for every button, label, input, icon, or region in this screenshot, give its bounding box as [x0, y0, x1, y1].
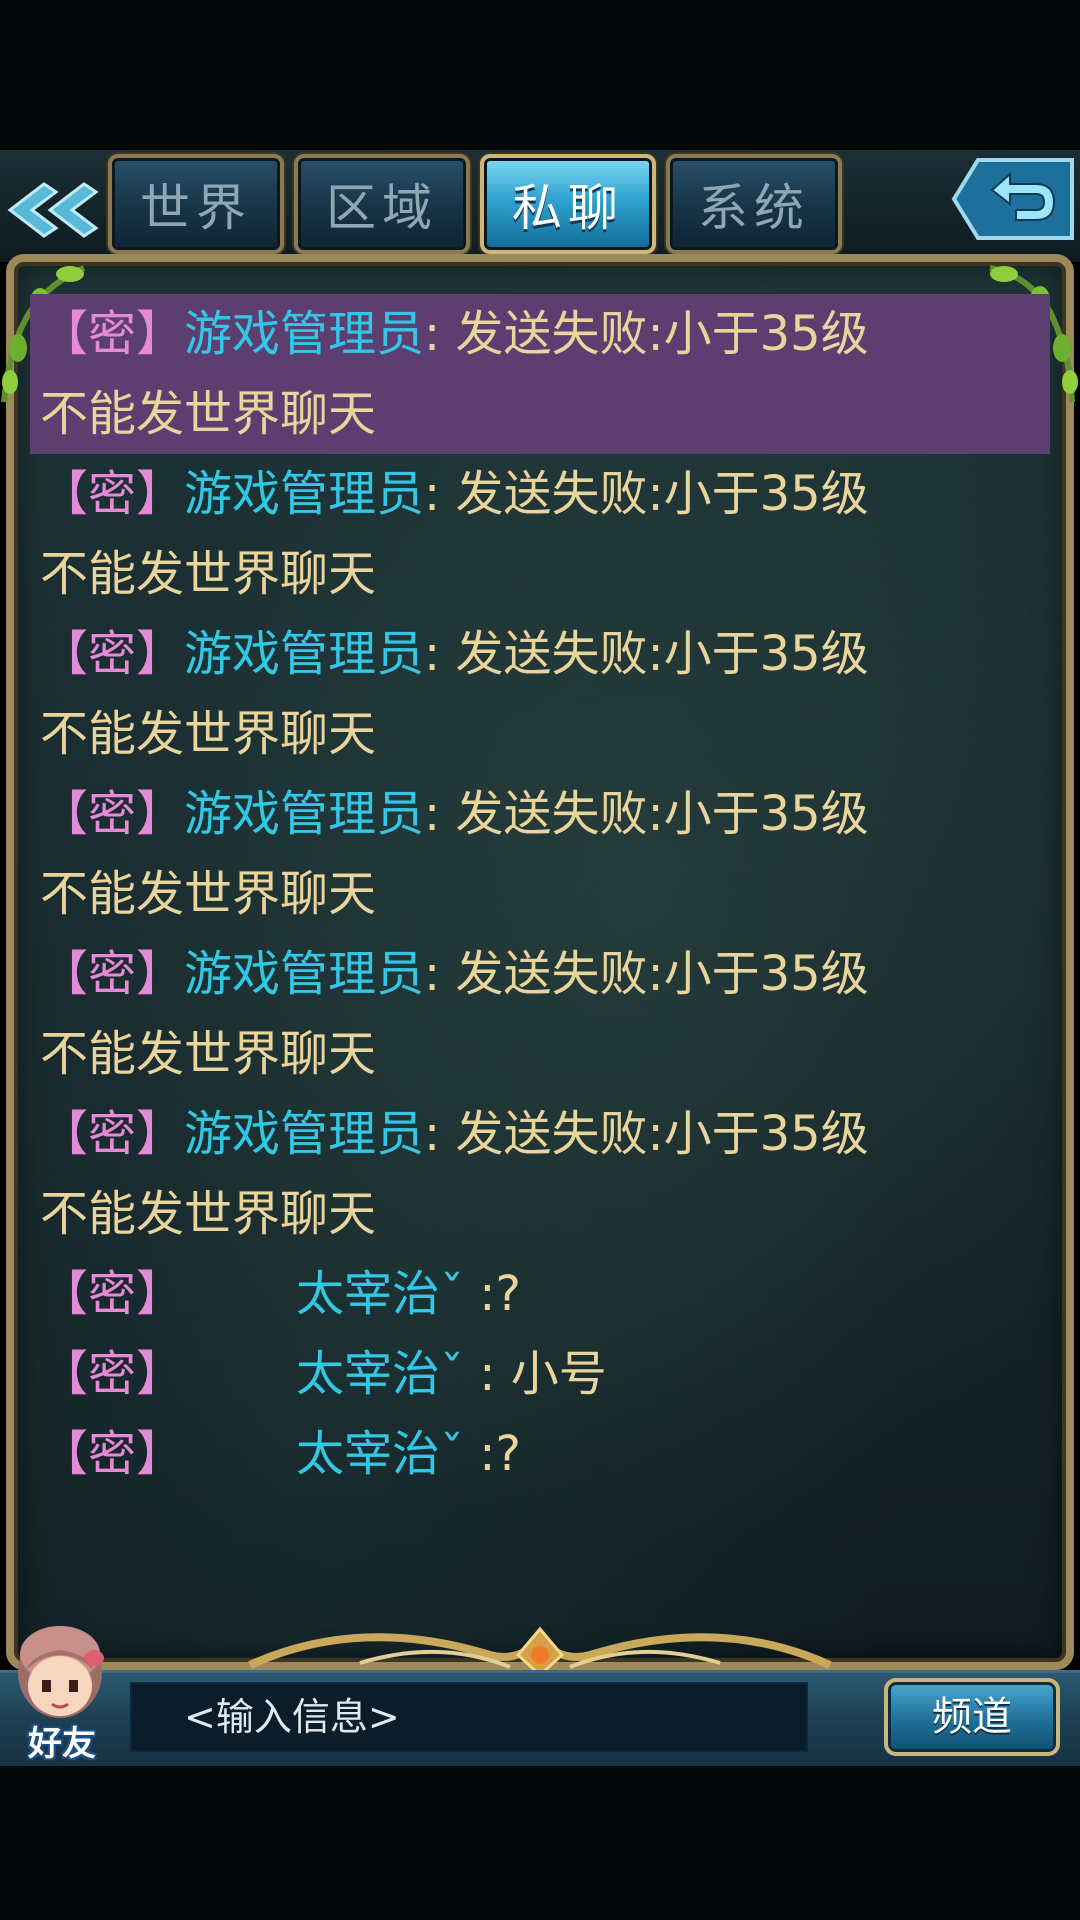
message-colon: : [424, 306, 441, 362]
message-colon: : [424, 1106, 441, 1162]
message-text-continued: 不能发世界聊天 [40, 866, 377, 922]
return-arrow-icon[interactable] [950, 156, 1076, 242]
sender-name[interactable]: 游戏管理员 [184, 786, 424, 842]
message-text-continued: 不能发世界聊天 [40, 386, 377, 442]
message-colon: : [464, 1266, 496, 1322]
private-tag: 【密】 [40, 306, 185, 362]
chat-message[interactable]: 【密】游戏管理员: 发送失败:小于35级 不能发世界聊天 [30, 614, 1050, 774]
gold-ornament-icon [248, 1626, 832, 1677]
private-tag: 【密】 [40, 946, 185, 1002]
chat-message[interactable]: 【密】 太宰治ˇ :? [30, 1414, 1050, 1494]
private-tag: 【密】 [40, 626, 185, 682]
channel-button[interactable]: 频道 [884, 1678, 1060, 1756]
message-text-continued: 不能发世界聊天 [40, 546, 377, 602]
sender-name[interactable]: 游戏管理员 [184, 466, 424, 522]
chat-message[interactable]: 【密】游戏管理员: 发送失败:小于35级 不能发世界聊天 [30, 1094, 1050, 1254]
message-input[interactable]: <输入信息> [130, 1682, 808, 1752]
message-text: ? [495, 1266, 521, 1322]
message-colon: : [464, 1426, 496, 1482]
private-tag: 【密】 [40, 466, 185, 522]
chat-message[interactable]: 【密】游戏管理员: 发送失败:小于35级 不能发世界聊天 [30, 774, 1050, 934]
chat-message[interactable]: 【密】游戏管理员: 发送失败:小于35级 不能发世界聊天 [30, 934, 1050, 1094]
sender-name[interactable]: 游戏管理员 [184, 626, 424, 682]
message-text-continued: 不能发世界聊天 [40, 1186, 377, 1242]
sender-name[interactable]: 太宰治ˇ [296, 1414, 464, 1494]
message-text-continued: 不能发世界聊天 [40, 706, 377, 762]
message-colon: : [464, 1346, 496, 1402]
sender-name[interactable]: 游戏管理员 [184, 306, 424, 362]
message-colon: : [424, 786, 441, 842]
double-chevron-left-icon[interactable] [4, 180, 100, 240]
chat-message[interactable]: 【密】 太宰治ˇ : 小号 [30, 1334, 1050, 1414]
chat-message-list[interactable]: 【密】游戏管理员: 发送失败:小于35级 不能发世界聊天 【密】游戏管理员: 发… [30, 294, 1050, 1494]
chat-message[interactable]: 【密】 太宰治ˇ :? [30, 1254, 1050, 1334]
bottom-nav-area [0, 1766, 1080, 1920]
private-tag: 【密】 [40, 1426, 185, 1482]
chat-message[interactable]: 【密】游戏管理员: 发送失败:小于35级 不能发世界聊天 [30, 294, 1050, 454]
private-tag: 【密】 [40, 1106, 185, 1162]
message-text-continued: 不能发世界聊天 [40, 1026, 377, 1082]
message-text: 发送失败:小于35级 [440, 786, 869, 842]
message-colon: : [424, 946, 441, 1002]
private-tag: 【密】 [40, 1346, 185, 1402]
top-status-area [0, 0, 1080, 150]
private-tag: 【密】 [40, 1266, 185, 1322]
sender-name[interactable]: 游戏管理员 [184, 1106, 424, 1162]
private-tag: 【密】 [40, 786, 185, 842]
message-text: 发送失败:小于35级 [440, 306, 869, 362]
message-text: 发送失败:小于35级 [440, 626, 869, 682]
friend-button-label[interactable]: 好友 [14, 1716, 110, 1765]
sender-name[interactable]: 太宰治ˇ [296, 1334, 464, 1414]
message-text: 发送失败:小于35级 [440, 1106, 869, 1162]
sender-name[interactable]: 游戏管理员 [184, 946, 424, 1002]
tab-private-chat[interactable]: 私聊 [480, 154, 656, 254]
tab-world[interactable]: 世界 [108, 154, 284, 254]
message-colon: : [424, 626, 441, 682]
message-text: 小号 [495, 1346, 607, 1402]
tab-system[interactable]: 系统 [666, 154, 842, 254]
tab-region[interactable]: 区域 [294, 154, 470, 254]
message-text: 发送失败:小于35级 [440, 466, 869, 522]
sender-name[interactable]: 太宰治ˇ [296, 1254, 464, 1334]
message-colon: : [424, 466, 441, 522]
message-text: ? [495, 1426, 521, 1482]
chat-message[interactable]: 【密】游戏管理员: 发送失败:小于35级 不能发世界聊天 [30, 454, 1050, 614]
message-text: 发送失败:小于35级 [440, 946, 869, 1002]
